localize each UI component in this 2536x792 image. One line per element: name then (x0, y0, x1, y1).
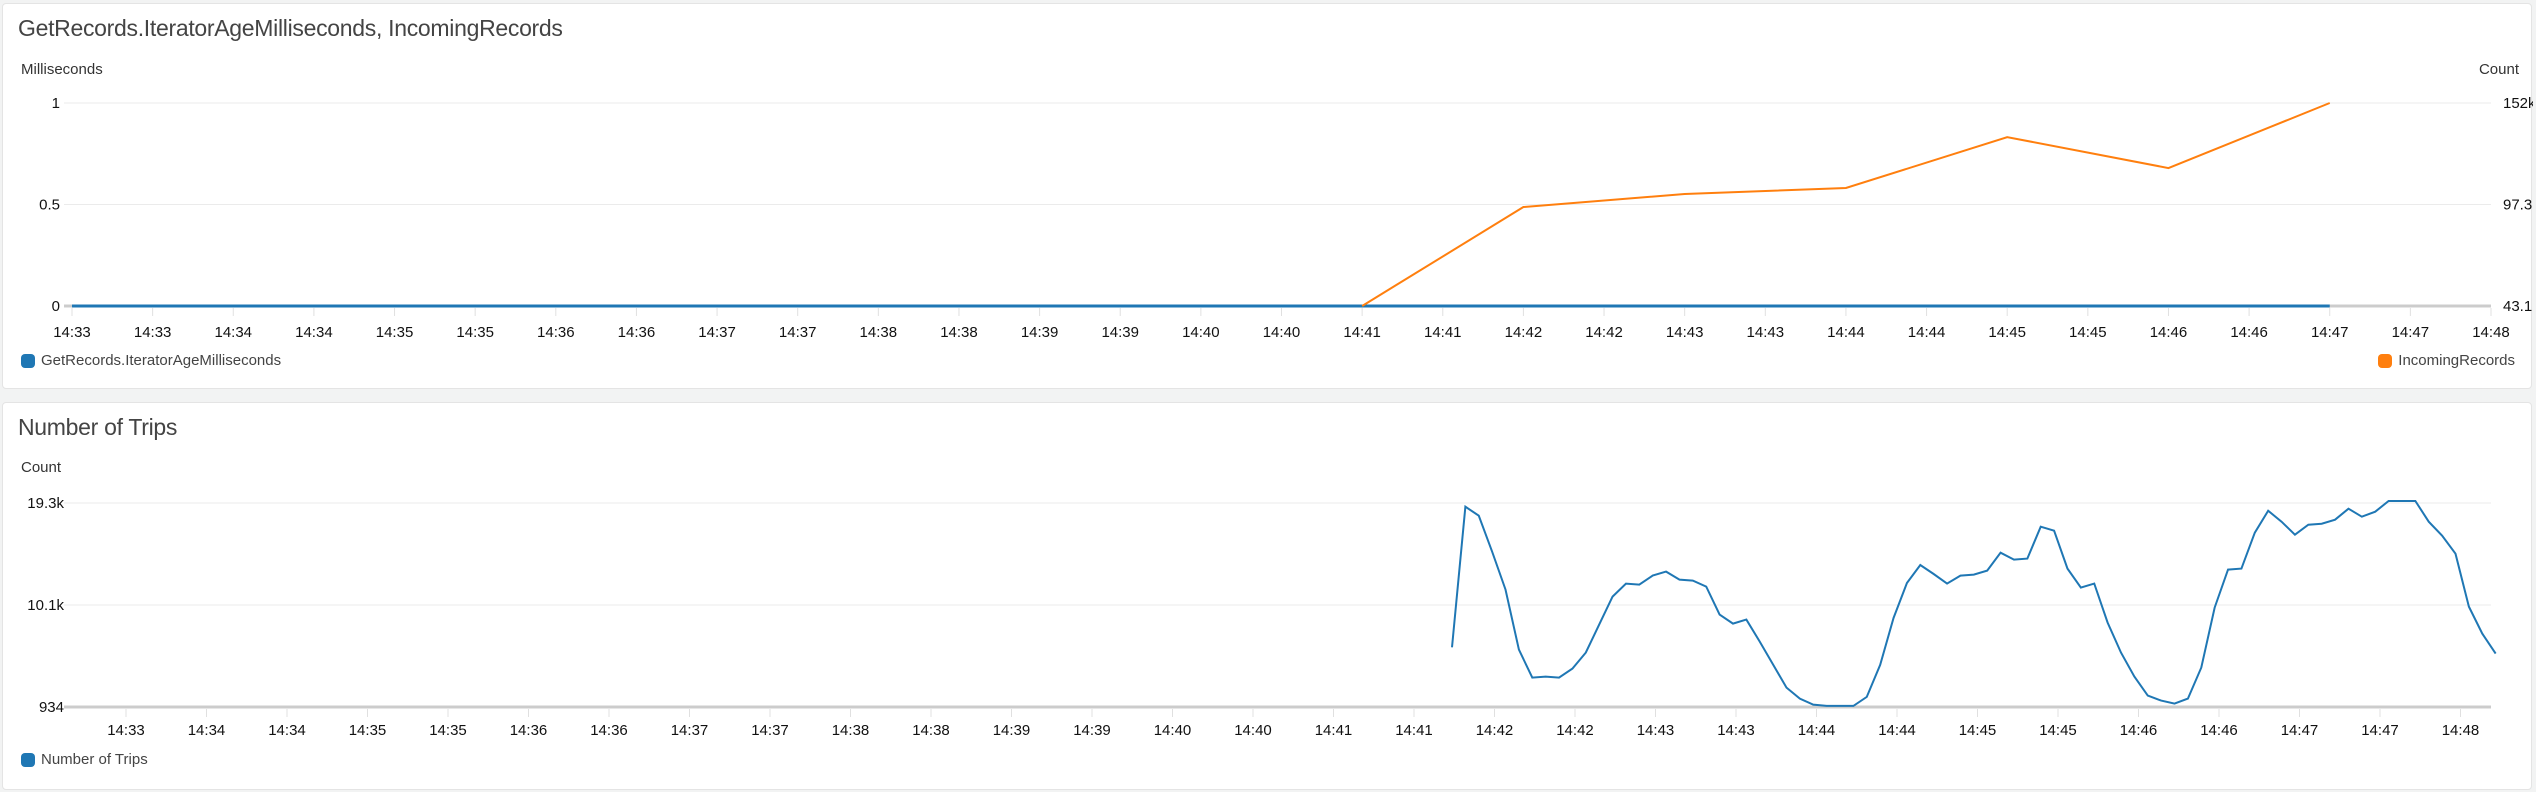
x-tick-label: 14:39 (1073, 722, 1111, 739)
x-tick-label: 14:38 (912, 722, 950, 739)
x-tick-label: 14:42 (1556, 722, 1594, 739)
chart-panel-number-of-trips: Number of Trips Count 934 10.1k 19.3k 14:33… (2, 402, 2532, 790)
x-tick-label: 14:48 (2472, 324, 2510, 341)
y-tick-label: 0 (52, 298, 60, 315)
legend-swatch-icon (2378, 353, 2393, 368)
x-tick-label: 14:40 (1263, 324, 1301, 341)
x-tick-label: 14:41 (1343, 324, 1381, 341)
x-tick-label: 14:35 (376, 324, 414, 341)
y-tick-label: 0.5 (39, 197, 60, 214)
legend-item-iterator-age[interactable]: GetRecords.IteratorAgeMilliseconds (21, 352, 281, 369)
chart-plot-area: 934 10.1k 19.3k 14:33 14:34 14:34 14:35 14:35 14… (27, 495, 2497, 739)
x-tick-label: 14:43 (1717, 722, 1755, 739)
x-tick-label: 14:43 (1747, 324, 1785, 341)
x-tick-label: 14:45 (2039, 722, 2077, 739)
x-tick-label: 14:34 (268, 722, 306, 739)
x-tick-label: 14:35 (456, 324, 494, 341)
y2-tick-label: 43.1k (2503, 298, 2533, 315)
x-tick-label: 14:42 (1585, 324, 1623, 341)
x-tick-label: 14:42 (1505, 324, 1543, 341)
chart-panel-iterator-age: GetRecords.IteratorAgeMilliseconds, Inco… (2, 3, 2533, 389)
legend-label: Number of Trips (41, 751, 148, 768)
x-tick-label: 14:44 (1908, 324, 1946, 341)
legend-swatch-icon (21, 752, 35, 767)
x-tick-label: 14:37 (751, 722, 789, 739)
x-tick-label: 14:38 (860, 324, 898, 341)
x-tick-label: 14:33 (107, 722, 145, 739)
x-tick-label: 14:37 (698, 324, 736, 341)
x-tick-label: 14:35 (429, 722, 467, 739)
x-tick-label: 14:47 (2281, 722, 2319, 739)
x-tick-label: 14:45 (2069, 324, 2107, 341)
x-tick-label: 14:46 (2200, 722, 2238, 739)
x-tick-label: 14:36 (618, 324, 656, 341)
x-tick-label: 14:44 (1878, 722, 1916, 739)
legend-swatch-icon (21, 353, 35, 368)
y2-tick-label: 97.3k (2503, 197, 2533, 214)
x-tick-label: 14:33 (53, 324, 91, 341)
legend-label: GetRecords.IteratorAgeMilliseconds (41, 352, 282, 369)
x-tick-label: 14:38 (832, 722, 870, 739)
x-tick-label: 14:41 (1424, 324, 1462, 341)
x-tick-label: 14:44 (1827, 324, 1865, 341)
x-tick-label: 14:40 (1154, 722, 1192, 739)
y-tick-label: 934 (39, 699, 64, 716)
x-tick-label: 14:36 (537, 324, 575, 341)
x-tick-label: 14:36 (510, 722, 548, 739)
x-tick-label: 14:47 (2392, 324, 2430, 341)
chart-plot-area: 0 43.1k 0.5 97.3k 1 152k 14:33 14:33 14:34 14:34 1… (39, 95, 2533, 341)
x-tick-label: 14:47 (2311, 324, 2349, 341)
x-tick-label: 14:40 (1182, 324, 1220, 341)
x-tick-label: 14:47 (2361, 722, 2399, 739)
x-tick-label: 14:34 (188, 722, 226, 739)
x-tick-label: 14:42 (1476, 722, 1514, 739)
y-tick-label: 19.3k (27, 495, 64, 512)
x-tick-label: 14:46 (2120, 722, 2158, 739)
x-tick-label: 14:37 (671, 722, 709, 739)
y2-tick-label: 152k (2503, 95, 2533, 112)
y-tick-label: 1 (52, 95, 60, 112)
x-tick-label: 14:45 (1988, 324, 2026, 341)
x-tick-label: 14:43 (1637, 722, 1675, 739)
x-tick-label: 14:39 (1101, 324, 1139, 341)
x-tick-label: 14:45 (1959, 722, 1997, 739)
x-tick-label: 14:38 (940, 324, 978, 341)
x-tick-label: 14:34 (295, 324, 333, 341)
x-tick-label: 14:39 (993, 722, 1031, 739)
x-tick-label: 14:36 (590, 722, 628, 739)
x-tick-label: 14:33 (134, 324, 172, 341)
x-tick-label: 14:41 (1315, 722, 1353, 739)
x-tick-label: 14:40 (1234, 722, 1272, 739)
x-tick-label: 14:43 (1666, 324, 1704, 341)
x-tick-label: 14:37 (779, 324, 817, 341)
series-line-number-of-trips (1451, 500, 2497, 707)
x-tick-label: 14:34 (214, 324, 252, 341)
x-tick-label: 14:46 (2230, 324, 2268, 341)
x-tick-label: 14:41 (1395, 722, 1433, 739)
x-tick-label: 14:39 (1021, 324, 1059, 341)
legend-label: IncomingRecords (2398, 352, 2515, 369)
legend-item-number-of-trips[interactable]: Number of Trips (21, 751, 148, 768)
x-tick-label: 14:48 (2442, 722, 2480, 739)
x-tick-label: 14:46 (2150, 324, 2188, 341)
y-tick-label: 10.1k (27, 597, 64, 614)
legend-item-incoming-records[interactable]: IncomingRecords (2378, 352, 2515, 369)
x-tick-label: 14:35 (349, 722, 387, 739)
x-tick-label: 14:44 (1798, 722, 1836, 739)
